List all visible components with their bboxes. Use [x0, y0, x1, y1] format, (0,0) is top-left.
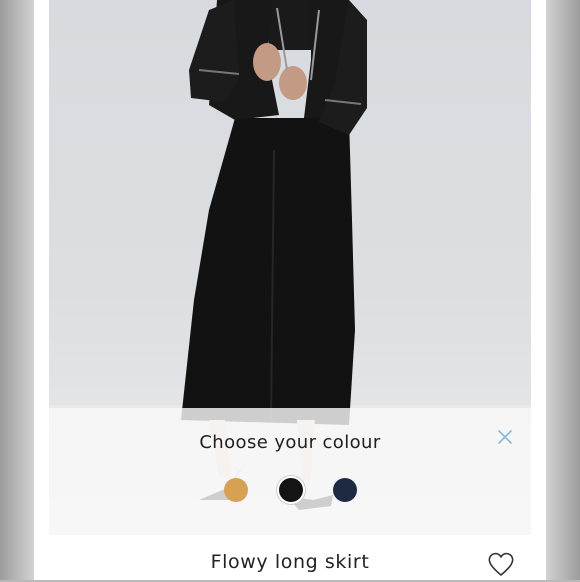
- product-photo[interactable]: Choose your colour: [49, 0, 531, 535]
- hand: [253, 43, 281, 81]
- colour-swatch-navy[interactable]: [333, 478, 357, 502]
- product-name[interactable]: Flowy long skirt: [34, 551, 546, 573]
- colour-swatch-black[interactable]: [279, 478, 303, 502]
- wishlist-button[interactable]: [486, 550, 516, 578]
- left-background: [0, 0, 34, 580]
- close-icon: [498, 430, 512, 444]
- colour-picker-title: Choose your colour: [199, 432, 381, 453]
- colour-picker-panel: [49, 408, 531, 535]
- product-card: Choose your colour Flowy long skirt: [34, 0, 546, 580]
- colour-swatch-mustard[interactable]: [224, 478, 248, 502]
- skirt: [181, 118, 355, 425]
- right-background: [546, 0, 580, 580]
- heart-icon: [488, 552, 514, 576]
- close-button[interactable]: [496, 428, 514, 446]
